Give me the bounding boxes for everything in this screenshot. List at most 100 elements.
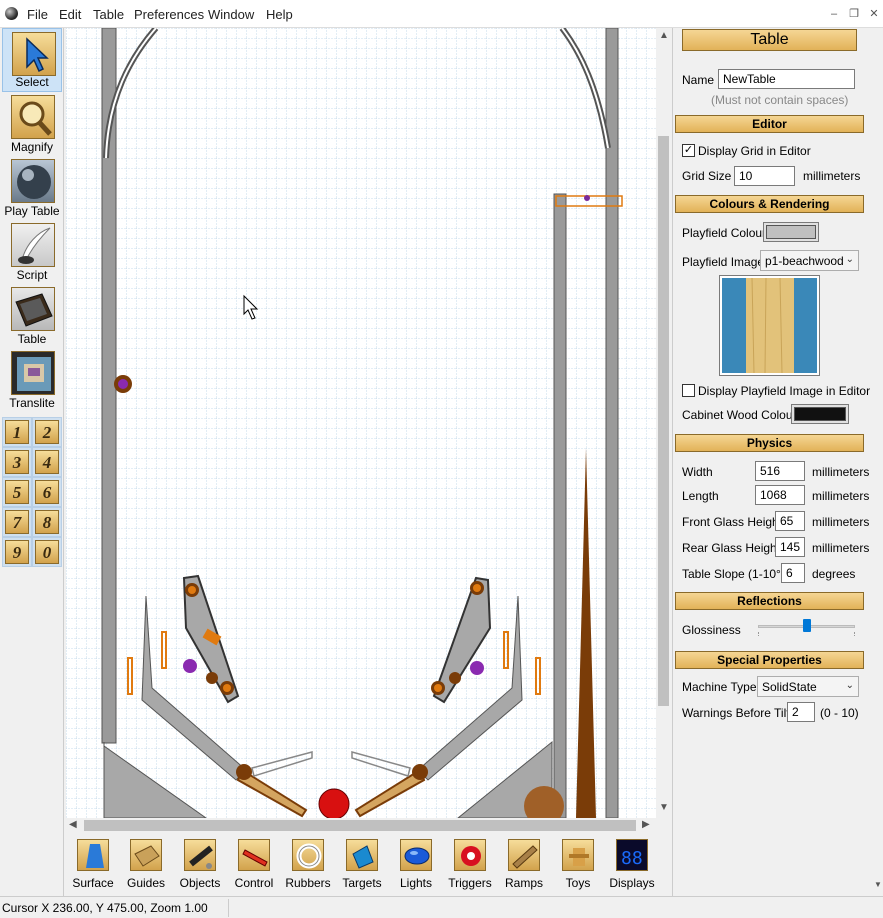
horizontal-scrollbar[interactable]: ◀ ▶ bbox=[66, 818, 656, 833]
horizontal-scroll-thumb[interactable] bbox=[84, 820, 636, 831]
tool-play-table-label: Play Table bbox=[4, 204, 60, 218]
display-image-checkbox[interactable] bbox=[682, 384, 695, 397]
palette-ramps[interactable]: Ramps bbox=[497, 837, 551, 891]
tool-play-table[interactable]: Play Table bbox=[2, 156, 62, 220]
properties-scrollbar[interactable]: ▼ bbox=[874, 28, 883, 896]
playfield-canvas[interactable] bbox=[66, 28, 656, 818]
grid-size-input[interactable]: 10 bbox=[734, 166, 795, 186]
tool-translite-label: Translite bbox=[9, 396, 55, 410]
glossiness-label: Glossiness bbox=[682, 623, 741, 637]
palette-lights-label: Lights bbox=[399, 876, 433, 890]
object-palette: Surface Guides Objects Control Rubbers T… bbox=[66, 833, 672, 893]
palette-guides[interactable]: Guides bbox=[119, 837, 173, 891]
glossiness-slider-thumb[interactable] bbox=[802, 619, 811, 632]
layer-5-button[interactable]: 5 bbox=[5, 480, 29, 504]
translite-icon bbox=[11, 351, 55, 395]
guide-icon bbox=[130, 839, 162, 871]
warnings-input[interactable]: 2 bbox=[787, 702, 815, 722]
playfield-image-label: Playfield Image bbox=[682, 255, 765, 269]
layer-9-button[interactable]: 9 bbox=[5, 540, 29, 564]
palette-guides-label: Guides bbox=[126, 876, 166, 890]
palette-surface[interactable]: Surface bbox=[66, 837, 120, 891]
palette-toys[interactable]: Toys bbox=[551, 837, 605, 891]
properties-title: Table bbox=[682, 29, 857, 51]
chevron-down-icon: ⌄ bbox=[845, 254, 854, 265]
tool-magnify-label: Magnify bbox=[10, 140, 54, 154]
layer-7-button[interactable]: 7 bbox=[5, 510, 29, 534]
scroll-right-icon[interactable]: ▶ bbox=[642, 819, 650, 830]
rubber-ring-icon bbox=[292, 839, 324, 871]
palette-control[interactable]: Control bbox=[227, 837, 281, 891]
playfield-colour-swatch[interactable] bbox=[763, 222, 819, 242]
status-bar: Cursor X 236.00, Y 475.00, Zoom 1.00 bbox=[0, 896, 883, 918]
palette-displays[interactable]: 88 Displays bbox=[605, 837, 659, 891]
tool-table[interactable]: Table bbox=[2, 284, 62, 348]
machine-type-value: SolidState bbox=[762, 680, 817, 694]
restore-icon[interactable]: ❐ bbox=[846, 6, 862, 22]
layer-2-button[interactable]: 2 bbox=[35, 420, 59, 444]
playfield-colour-label: Playfield Colour bbox=[682, 226, 767, 240]
properties-panel: Table Name NewTable (Must not contain sp… bbox=[672, 28, 874, 896]
layer-6-button[interactable]: 6 bbox=[35, 480, 59, 504]
menu-help[interactable]: Help bbox=[266, 7, 293, 22]
cabinet-wood-label: Cabinet Wood Colour bbox=[682, 408, 797, 422]
layer-8-button[interactable]: 8 bbox=[35, 510, 59, 534]
width-input[interactable]: 516 bbox=[755, 461, 805, 481]
vertical-scrollbar[interactable]: ▲ ▼ bbox=[656, 28, 671, 818]
menu-bar: File Edit Table Preferences Window Help … bbox=[0, 0, 883, 28]
scroll-left-icon[interactable]: ◀ bbox=[69, 819, 77, 830]
layer-1-button[interactable]: 1 bbox=[5, 420, 29, 444]
table-icon bbox=[11, 287, 55, 331]
name-input[interactable]: NewTable bbox=[718, 69, 855, 89]
machine-type-label: Machine Type bbox=[682, 680, 757, 694]
menu-table[interactable]: Table bbox=[93, 7, 124, 22]
palette-targets-label: Targets bbox=[342, 876, 382, 890]
display-grid-checkbox[interactable]: ✓ bbox=[682, 144, 695, 157]
tool-magnify[interactable]: Magnify bbox=[2, 92, 62, 156]
tool-translite[interactable]: Translite bbox=[2, 348, 62, 412]
cabinet-wood-swatch[interactable] bbox=[791, 404, 849, 424]
tool-script[interactable]: Script bbox=[2, 220, 62, 284]
palette-lights[interactable]: Lights bbox=[389, 837, 443, 891]
tool-script-label: Script bbox=[16, 268, 48, 282]
minimize-icon[interactable]: – bbox=[826, 6, 842, 22]
palette-objects-label: Objects bbox=[179, 876, 221, 890]
tool-select[interactable]: Select bbox=[2, 28, 62, 92]
plunger-lane-wall[interactable] bbox=[553, 193, 567, 818]
machine-type-select[interactable]: SolidState ⌄ bbox=[757, 676, 859, 697]
layer-3-button[interactable]: 3 bbox=[5, 450, 29, 474]
menu-edit[interactable]: Edit bbox=[59, 7, 81, 22]
rear-glass-input[interactable]: 145 bbox=[775, 537, 805, 557]
palette-triggers-label: Triggers bbox=[448, 876, 492, 890]
palette-targets[interactable]: Targets bbox=[335, 837, 389, 891]
physics-header: Physics bbox=[675, 434, 864, 452]
drain-kicker[interactable] bbox=[318, 788, 350, 818]
close-icon[interactable]: ✕ bbox=[866, 6, 882, 22]
menu-preferences[interactable]: Preferences bbox=[134, 7, 204, 22]
palette-objects[interactable]: Objects bbox=[173, 837, 227, 891]
length-input[interactable]: 1068 bbox=[755, 485, 805, 505]
playfield-image-select[interactable]: p1-beachwood ⌄ bbox=[760, 250, 859, 271]
playfield-image-value: p1-beachwood bbox=[765, 254, 844, 268]
menu-window[interactable]: Window bbox=[208, 7, 254, 22]
palette-triggers[interactable]: Triggers bbox=[443, 837, 497, 891]
slope-input[interactable]: 6 bbox=[781, 563, 805, 583]
palette-rubbers[interactable]: Rubbers bbox=[281, 837, 335, 891]
colours-header: Colours & Rendering bbox=[675, 195, 864, 213]
palette-rubbers-label: Rubbers bbox=[285, 876, 331, 890]
front-glass-unit: millimeters bbox=[812, 515, 870, 529]
front-glass-input[interactable]: 65 bbox=[775, 511, 805, 531]
grid-size-unit: millimeters bbox=[803, 169, 861, 183]
trigger-icon bbox=[454, 839, 486, 871]
pinball-icon bbox=[11, 159, 55, 203]
svg-text:88: 88 bbox=[621, 848, 643, 869]
palette-displays-label: Displays bbox=[609, 876, 655, 890]
scroll-down-icon[interactable]: ▼ bbox=[659, 802, 669, 813]
layer-0-button[interactable]: 0 bbox=[35, 540, 59, 564]
layer-4-button[interactable]: 4 bbox=[35, 450, 59, 474]
menu-file[interactable]: File bbox=[27, 7, 48, 22]
scroll-up-icon[interactable]: ▲ bbox=[659, 30, 669, 41]
name-hint: (Must not contain spaces) bbox=[711, 93, 849, 107]
scroll-down-icon[interactable]: ▼ bbox=[874, 880, 882, 889]
vertical-scroll-thumb[interactable] bbox=[658, 136, 669, 706]
